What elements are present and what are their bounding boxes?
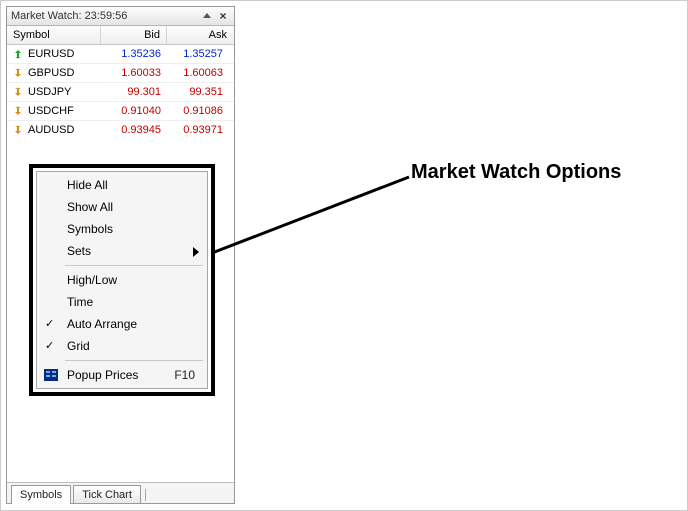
arrow-down-icon [13,125,23,135]
quote-row[interactable]: AUDUSD 0.93945 0.93971 [7,121,234,139]
menu-item-high-low[interactable]: High/Low [39,269,205,291]
context-menu: Hide All Show All Symbols Sets High/Low … [36,171,208,389]
screenshot-stage: Market Watch: 23:59:56 × Symbol Bid Ask … [0,0,688,511]
panel-tabs: Symbols Tick Chart [7,482,234,503]
arrow-up-icon [13,49,23,59]
tab-symbols[interactable]: Symbols [11,485,71,504]
menu-item-hide-all[interactable]: Hide All [39,174,205,196]
panel-title: Market Watch: 23:59:56 [11,10,200,22]
header-symbol[interactable]: Symbol [7,26,101,44]
dock-icon[interactable] [200,9,214,23]
tab-label: Tick Chart [82,489,132,501]
bid-cell: 1.60033 [101,67,167,79]
market-watch-panel: Market Watch: 23:59:56 × Symbol Bid Ask … [6,6,235,504]
symbol-label: USDCHF [28,105,74,117]
close-icon[interactable]: × [216,9,230,23]
bid-cell: 1.35236 [101,48,167,60]
annotation-arrow-icon [212,173,422,283]
symbol-label: GBPUSD [28,67,74,79]
menu-item-grid[interactable]: ✓ Grid [39,335,205,357]
header-bid[interactable]: Bid [101,26,167,44]
symbol-cell: GBPUSD [7,67,101,79]
ask-cell: 0.91086 [167,105,233,117]
panel-title-prefix: Market Watch: [11,10,82,22]
symbol-cell: AUDUSD [7,124,101,136]
quote-rows: EURUSD 1.35236 1.35257 GBPUSD 1.60033 1.… [7,45,234,139]
column-headers: Symbol Bid Ask [7,26,234,45]
quote-row[interactable]: USDJPY 99.301 99.351 [7,83,234,102]
symbol-cell: EURUSD [7,48,101,60]
bid-cell: 0.91040 [101,105,167,117]
symbol-cell: USDJPY [7,86,101,98]
menu-item-symbols[interactable]: Symbols [39,218,205,240]
ask-cell: 0.93971 [167,124,233,136]
popup-prices-icon [43,367,59,383]
tab-label: Symbols [20,489,62,501]
menu-item-auto-arrange[interactable]: ✓ Auto Arrange [39,313,205,335]
menu-separator [65,360,203,361]
menu-label: Symbols [67,222,113,236]
arrow-down-icon [13,87,23,97]
bid-cell: 99.301 [101,86,167,98]
menu-label: Sets [67,244,91,258]
annotation-title: Market Watch Options [411,161,621,184]
arrow-down-icon [13,106,23,116]
quote-row[interactable]: EURUSD 1.35236 1.35257 [7,45,234,64]
submenu-arrow-icon [193,246,199,260]
quote-row[interactable]: GBPUSD 1.60033 1.60063 [7,64,234,83]
symbol-label: EURUSD [28,48,74,60]
menu-item-time[interactable]: Time [39,291,205,313]
ask-cell: 99.351 [167,86,233,98]
symbol-cell: USDCHF [7,105,101,117]
ask-cell: 1.60063 [167,67,233,79]
menu-label: Grid [67,339,90,353]
checkmark-icon: ✓ [45,317,54,330]
tab-divider [145,489,146,501]
context-menu-highlight-box: Hide All Show All Symbols Sets High/Low … [29,164,215,396]
menu-accelerator: F10 [174,368,205,382]
menu-label: Auto Arrange [67,317,137,331]
quote-row[interactable]: USDCHF 0.91040 0.91086 [7,102,234,121]
menu-label: Time [67,295,93,309]
symbol-label: AUDUSD [28,124,74,136]
menu-label: Popup Prices [67,368,138,382]
ask-cell: 1.35257 [167,48,233,60]
menu-item-sets[interactable]: Sets [39,240,205,262]
menu-item-show-all[interactable]: Show All [39,196,205,218]
menu-separator [65,265,203,266]
checkmark-icon: ✓ [45,339,54,352]
panel-titlebar: Market Watch: 23:59:56 × [7,7,234,26]
menu-item-popup-prices[interactable]: Popup Prices F10 [39,364,205,386]
menu-label: Show All [67,200,113,214]
bid-cell: 0.93945 [101,124,167,136]
menu-label: High/Low [67,273,117,287]
panel-title-time: 23:59:56 [85,10,128,22]
header-ask[interactable]: Ask [167,26,233,44]
symbol-label: USDJPY [28,86,71,98]
arrow-down-icon [13,68,23,78]
tab-tick-chart[interactable]: Tick Chart [73,485,141,503]
menu-label: Hide All [67,178,108,192]
